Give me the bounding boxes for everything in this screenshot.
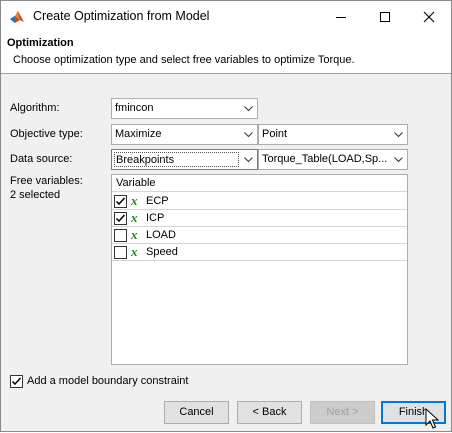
algorithm-dropdown[interactable]: fmincon bbox=[111, 98, 258, 119]
objective-type-label: Objective type: bbox=[10, 128, 83, 140]
close-button[interactable] bbox=[407, 1, 451, 32]
x-variable-icon: x bbox=[131, 244, 138, 259]
page-description: Choose optimization type and select free… bbox=[13, 54, 355, 66]
data-source-value: Breakpoints bbox=[114, 152, 239, 167]
matlab-icon bbox=[9, 9, 25, 25]
table-row[interactable]: x LOAD bbox=[112, 227, 407, 244]
chevron-down-icon bbox=[390, 150, 407, 169]
ecp-checkbox[interactable] bbox=[114, 195, 127, 208]
x-variable-icon: x bbox=[131, 227, 138, 242]
objective-type-dropdown[interactable]: Maximize bbox=[111, 124, 258, 145]
data-table-value: Torque_Table(LOAD,Sp... bbox=[262, 153, 388, 165]
minimize-button[interactable] bbox=[319, 1, 363, 32]
boundary-constraint-checkbox[interactable] bbox=[10, 375, 23, 388]
x-variable-icon: x bbox=[131, 210, 138, 225]
variables-table[interactable]: Variable x ECP x ICP x LOAD x Speed bbox=[111, 174, 408, 365]
load-checkbox[interactable] bbox=[114, 229, 127, 242]
window-title: Create Optimization from Model bbox=[33, 9, 210, 23]
algorithm-label: Algorithm: bbox=[10, 102, 60, 114]
boundary-constraint-label: Add a model boundary constraint bbox=[27, 375, 189, 387]
data-source-label: Data source: bbox=[10, 153, 73, 165]
chevron-down-icon bbox=[240, 150, 257, 169]
table-row[interactable]: x Speed bbox=[112, 244, 407, 261]
page-title: Optimization bbox=[7, 37, 74, 49]
x-variable-icon: x bbox=[131, 193, 138, 208]
page-header: Optimization Choose optimization type an… bbox=[1, 32, 451, 74]
variable-name: LOAD bbox=[146, 229, 176, 241]
data-source-dropdown[interactable]: Breakpoints bbox=[111, 149, 258, 170]
speed-checkbox[interactable] bbox=[114, 246, 127, 259]
variable-name: Speed bbox=[146, 246, 178, 258]
chevron-down-icon bbox=[240, 125, 257, 144]
free-variables-label: Free variables: bbox=[10, 175, 83, 187]
maximize-button[interactable] bbox=[363, 1, 407, 32]
mouse-pointer-icon bbox=[425, 407, 440, 433]
chevron-down-icon bbox=[240, 99, 257, 118]
variable-name: ICP bbox=[146, 212, 165, 224]
variable-name: ECP bbox=[146, 195, 169, 207]
data-table-dropdown[interactable]: Torque_Table(LOAD,Sp... bbox=[258, 149, 408, 170]
free-variables-count: 2 selected bbox=[10, 189, 61, 201]
back-button[interactable]: < Back bbox=[237, 401, 302, 424]
algorithm-value: fmincon bbox=[115, 102, 154, 114]
table-row[interactable]: x ICP bbox=[112, 210, 407, 227]
icp-checkbox[interactable] bbox=[114, 212, 127, 225]
next-button[interactable]: Next > bbox=[310, 401, 375, 424]
title-bar[interactable]: Create Optimization from Model bbox=[1, 1, 451, 32]
chevron-down-icon bbox=[390, 125, 407, 144]
variable-column-header[interactable]: Variable bbox=[112, 175, 407, 192]
objective-mode-dropdown[interactable]: Point bbox=[258, 124, 408, 145]
dialog-window: Create Optimization from Model Optimizat… bbox=[0, 0, 452, 432]
objective-mode-value: Point bbox=[262, 128, 288, 140]
cancel-button[interactable]: Cancel bbox=[164, 401, 229, 424]
table-row[interactable]: x ECP bbox=[112, 193, 407, 210]
objective-type-value: Maximize bbox=[115, 128, 162, 140]
